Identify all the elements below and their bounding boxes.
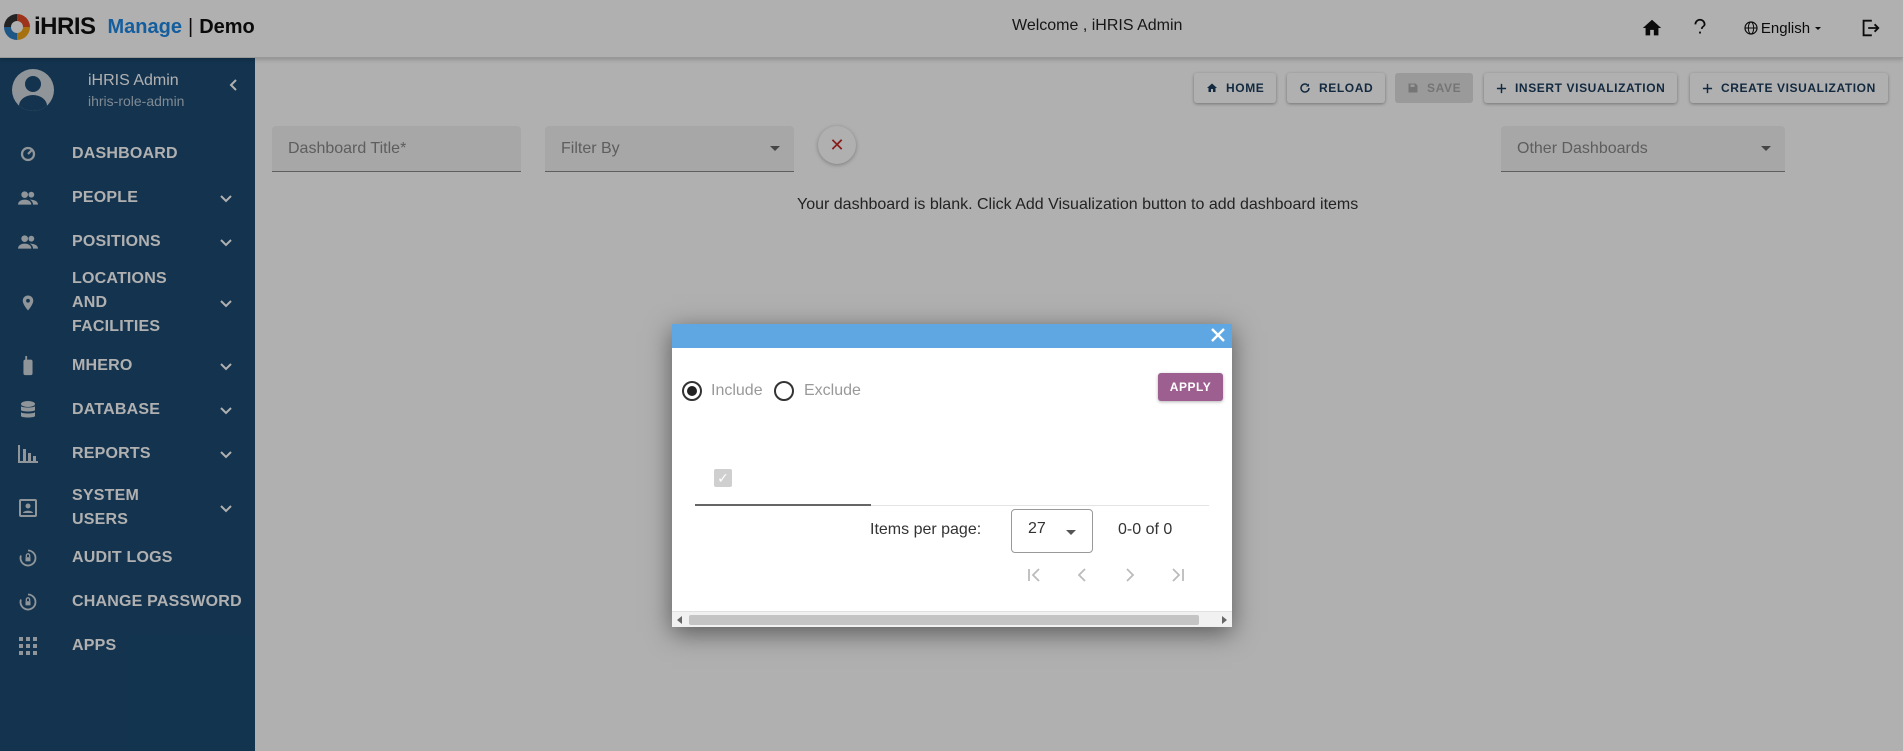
items-per-page-select[interactable]: 27 bbox=[1011, 509, 1093, 553]
checkmark-icon: ✓ bbox=[717, 469, 729, 486]
dialog-close-button[interactable] bbox=[1208, 325, 1230, 347]
apply-button[interactable]: APPLY bbox=[1158, 373, 1223, 401]
items-per-page-value: 27 bbox=[1028, 520, 1046, 537]
include-label: Include bbox=[711, 382, 763, 399]
items-per-page-label: Items per page: bbox=[870, 521, 982, 538]
exclude-radio[interactable] bbox=[774, 381, 794, 401]
next-page-icon[interactable] bbox=[1120, 565, 1140, 585]
dialog-header bbox=[672, 324, 1232, 348]
scroll-right-icon[interactable] bbox=[1222, 616, 1227, 624]
last-page-icon[interactable] bbox=[1168, 565, 1188, 585]
scrollbar-thumb[interactable] bbox=[689, 615, 1199, 625]
column-resize-indicator bbox=[695, 504, 871, 506]
scroll-left-icon[interactable] bbox=[677, 616, 682, 624]
exclude-label: Exclude bbox=[804, 382, 861, 399]
close-icon bbox=[1211, 328, 1225, 342]
first-page-icon[interactable] bbox=[1024, 565, 1044, 585]
pagination-range: 0-0 of 0 bbox=[1118, 521, 1173, 538]
dropdown-arrow-icon bbox=[1066, 530, 1076, 535]
previous-page-icon[interactable] bbox=[1072, 565, 1092, 585]
filter-dialog: Include Exclude APPLY ✓ Items per page: … bbox=[672, 324, 1232, 627]
include-radio[interactable] bbox=[682, 381, 702, 401]
horizontal-scrollbar[interactable] bbox=[672, 611, 1232, 627]
select-all-checkbox[interactable]: ✓ bbox=[714, 469, 732, 487]
